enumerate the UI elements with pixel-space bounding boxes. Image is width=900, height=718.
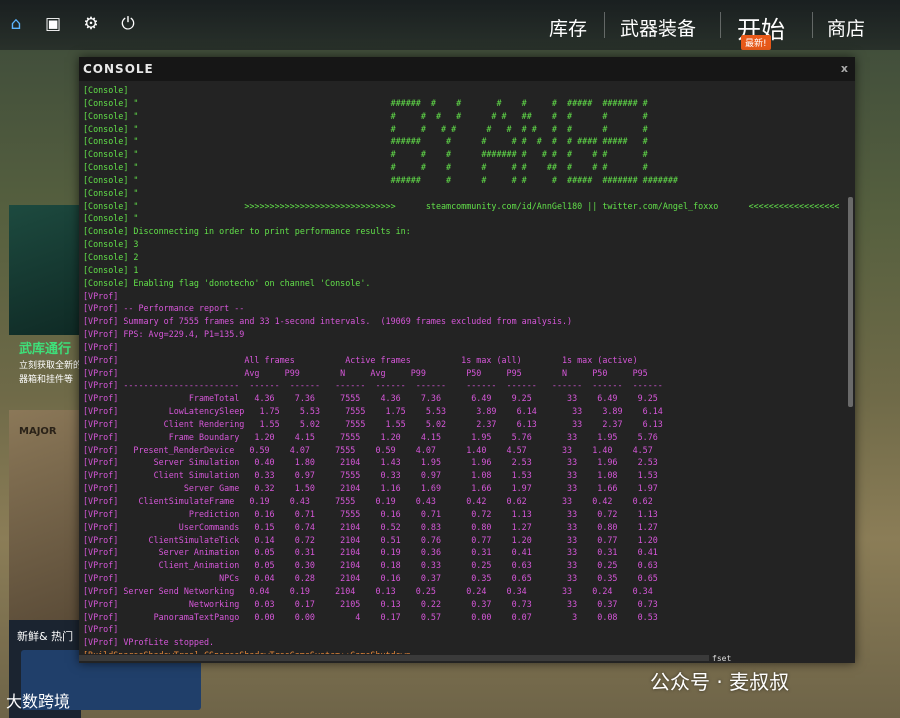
console-line: [VProf] Frame Boundary 1.20 4.15 7555 1.… — [83, 431, 658, 442]
console-line: [VProf] NPCs 0.04 0.28 2104 0.16 0.37 0.… — [83, 573, 658, 584]
nav-store[interactable]: 商店 — [827, 14, 865, 41]
console-line: [Console] " >>>>>>>>>>>>>>>>>>>>>>>>>>>>… — [83, 200, 839, 211]
console-input[interactable] — [79, 655, 709, 661]
console-line: [VProf] — [83, 341, 119, 352]
console-line: [VProf] Present_RenderDevice 0.59 4.07 7… — [83, 444, 653, 455]
console-line: [VProf] Summary of 7555 frames and 33 1-… — [83, 316, 573, 327]
fresh-hot-title: 新鲜& 热门 — [17, 630, 74, 643]
console-scrollbar[interactable] — [848, 197, 853, 407]
console-line: [Console] — [83, 85, 129, 95]
console-line: [Console] " — [83, 213, 139, 224]
console-line: [VProf] FrameTotal 4.36 7.36 7555 4.36 7… — [83, 393, 658, 404]
console-line: [Console] Disconnecting in order to prin… — [83, 226, 411, 237]
console-line: [Console] " # # # # # # ## # # # # — [83, 110, 648, 121]
home-icon[interactable]: ⌂ — [6, 14, 26, 34]
nav-separator — [812, 12, 813, 38]
console-line: [VProf] ----------------------- ------ -… — [83, 380, 663, 391]
major-card-label: MAJOR — [19, 426, 57, 437]
console-line: [VProf] VProfLite stopped. — [83, 637, 215, 648]
console-line: [Console] " ###### # # # # # # # #### ##… — [83, 136, 648, 147]
armory-pass-title: 武库通行 — [19, 342, 72, 357]
console-line: [VProf] PanoramaTextPango 0.00 0.00 4 0.… — [83, 611, 658, 622]
console-line: [VProf] — [83, 624, 119, 635]
console-window: CONSOLE x [Console] [Console] " ###### # … — [79, 57, 855, 663]
tv-icon[interactable]: ▣ — [43, 14, 63, 34]
console-line: [Console] 1 — [83, 264, 139, 275]
console-line: [VProf] Avg P99 N Avg P99 P50 P95 N P50 … — [83, 367, 648, 378]
console-line: [Console] " # # # ####### # # # # # # # — [83, 149, 648, 160]
nav-inventory[interactable]: 库存 — [549, 14, 587, 41]
console-line: [VProf] FPS: Avg=229.4, P1=135.9 — [83, 329, 245, 340]
watermark-right: 公众号 · 麦叔叔 — [650, 670, 790, 694]
console-line: [VProf] Networking 0.03 0.17 2105 0.13 0… — [83, 598, 658, 609]
console-footer-fragment: fset — [712, 654, 732, 663]
console-line: [VProf] UserCommands 0.15 0.74 2104 0.52… — [83, 521, 658, 532]
console-line: [Console] " ###### # # # # # ##### #####… — [83, 174, 678, 185]
console-line: [VProf] ClientSimulateFrame 0.19 0.43 75… — [83, 496, 653, 506]
nav-separator — [604, 12, 605, 38]
console-line: [VProf] Client Simulation 0.33 0.97 7555… — [83, 470, 658, 481]
console-line: [VProf] Server Simulation 0.40 1.80 2104… — [83, 457, 658, 468]
watermark-left: 大数跨境 — [6, 692, 71, 711]
console-line: [Console] " ###### # # # # # ##### #####… — [83, 97, 648, 108]
console-line: [VProf] -- Performance report -- — [83, 303, 245, 314]
armory-pass-card[interactable]: 武库通行 立刻获取全新的 器箱和挂件等 — [9, 205, 82, 385]
console-line: [Console] 2 — [83, 251, 139, 262]
console-titlebar[interactable]: CONSOLE x — [79, 57, 855, 81]
console-line: [VProf] — [83, 290, 119, 301]
armory-pass-line1: 立刻获取全新的 — [19, 361, 83, 371]
console-line: [VProf] Client_Animation 0.05 0.30 2104 … — [83, 560, 658, 571]
console-line: [VProf] Client Rendering 1.55 5.02 7555 … — [83, 418, 663, 429]
console-line: [Console] " # # # # # # ## # # # # — [83, 162, 648, 173]
console-title: CONSOLE — [83, 62, 154, 76]
console-line: [Console] 3 — [83, 239, 139, 250]
console-line: [Console] Enabling flag 'donotecho' on c… — [83, 277, 371, 288]
console-line: [VProf] Server Send Networking 0.04 0.19… — [83, 585, 653, 596]
console-line: [Console] " — [83, 187, 139, 198]
console-line: [VProf] All frames Active frames 1s max … — [83, 354, 638, 365]
major-card[interactable]: MAJOR — [9, 410, 81, 620]
new-badge: 最新! — [741, 35, 771, 50]
close-icon[interactable]: x — [841, 57, 849, 81]
console-line: [VProf] Server Animation 0.05 0.31 2104 … — [83, 547, 658, 558]
nav-loadout[interactable]: 武器装备 — [620, 14, 696, 41]
console-log[interactable]: [Console] [Console] " ###### # # # # # ##… — [83, 84, 839, 654]
top-nav-bar: ⌂ ▣ ⚙ ⏻ 库存 武器装备 开始 最新! 商店 — [0, 0, 900, 50]
nav-separator — [720, 12, 721, 38]
console-line: [VProf] ClientSimulateTick 0.14 0.72 210… — [83, 534, 658, 545]
console-line: [Console] " # # # # # # # # # # # # — [83, 123, 648, 134]
console-line: [VProf] LowLatencySleep 1.75 5.53 7555 1… — [83, 406, 663, 417]
console-line: [VProf] Server Game 0.32 1.50 2104 1.16 … — [83, 483, 658, 494]
console-line: [VProf] Prediction 0.16 0.71 7555 0.16 0… — [83, 508, 658, 519]
power-icon[interactable]: ⏻ — [118, 14, 138, 34]
armory-pass-line2: 器箱和挂件等 — [19, 375, 74, 385]
gear-icon[interactable]: ⚙ — [81, 14, 101, 34]
